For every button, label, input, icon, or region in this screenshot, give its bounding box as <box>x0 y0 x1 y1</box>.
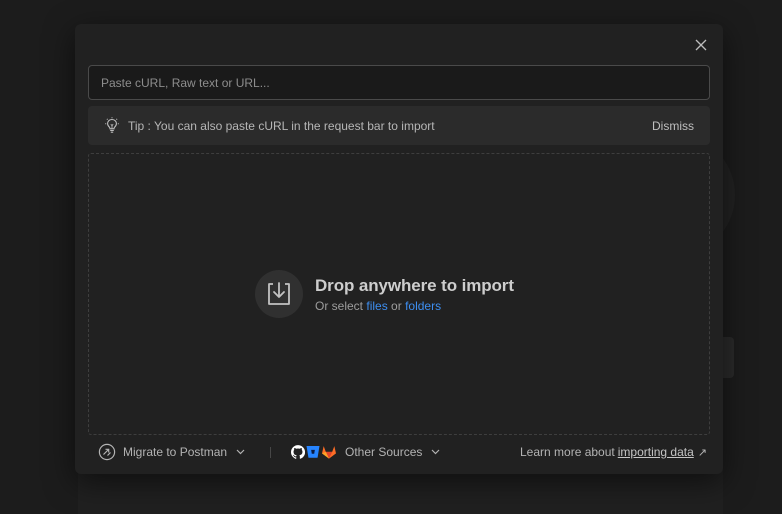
drop-zone[interactable]: Drop anywhere to import Or select files … <box>88 153 710 435</box>
learn-prefix: Learn more about <box>520 445 615 459</box>
lightbulb-icon <box>103 117 121 135</box>
footer-divider <box>270 447 271 458</box>
chevron-down-icon <box>236 449 245 455</box>
gitlab-icon <box>322 446 336 459</box>
import-modal: Tip : You can also paste cURL in the req… <box>75 24 723 474</box>
folders-link[interactable]: folders <box>405 299 441 313</box>
files-link[interactable]: files <box>366 299 387 313</box>
other-sources-button[interactable]: Other Sources <box>291 439 440 465</box>
tip-text: Tip : You can also paste cURL in the req… <box>128 118 435 133</box>
external-link-icon: ↗ <box>697 446 707 459</box>
migrate-label: Migrate to Postman <box>123 445 228 459</box>
migrate-icon <box>98 443 116 461</box>
modal-footer: Migrate to Postman Other Sources Learn m… <box>75 439 723 465</box>
drop-sub-or: or <box>391 298 402 313</box>
drop-sub-prefix: Or select <box>315 298 364 313</box>
github-icon <box>291 445 305 459</box>
learn-more: Learn more about importing data ↗ <box>520 439 707 465</box>
dismiss-button[interactable]: Dismiss <box>652 119 694 133</box>
drop-subtitle: Or select files or folders <box>315 299 514 313</box>
importing-data-link[interactable]: importing data <box>618 445 694 459</box>
close-button[interactable] <box>692 36 710 54</box>
bitbucket-icon <box>306 446 320 458</box>
paste-input[interactable] <box>88 65 710 100</box>
other-sources-label: Other Sources <box>345 445 423 459</box>
migrate-to-postman-button[interactable]: Migrate to Postman <box>98 439 245 465</box>
drop-title: Drop anywhere to import <box>315 275 514 295</box>
close-icon <box>695 39 707 51</box>
import-tray-icon[interactable] <box>255 270 303 318</box>
chevron-down-icon <box>431 449 440 455</box>
tip-banner: Tip : You can also paste cURL in the req… <box>88 106 710 145</box>
